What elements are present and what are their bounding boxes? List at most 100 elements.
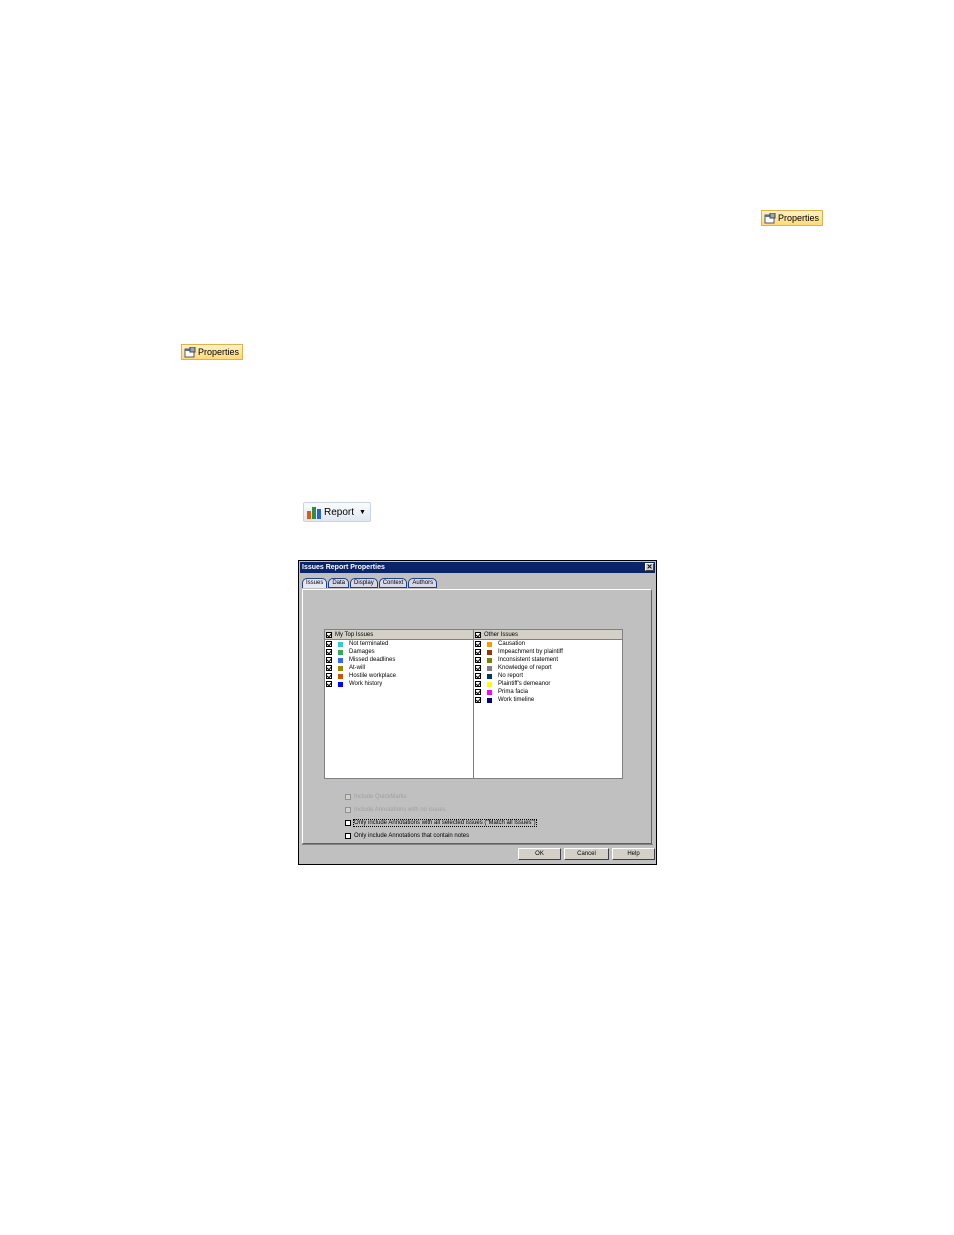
issue-checkbox[interactable]	[475, 681, 481, 687]
annotations-with-notes-checkbox[interactable]	[345, 832, 351, 839]
include-quickmarks-option[interactable]: Include QuickMarks	[345, 790, 536, 803]
properties-icon	[184, 346, 196, 357]
issue-color-swatch	[338, 657, 343, 663]
list-item[interactable]: Work timeline	[474, 696, 622, 704]
dialog-title: Issues Report Properties	[302, 564, 385, 571]
issue-label: Damages	[349, 649, 375, 655]
tab-context[interactable]: Context	[378, 578, 408, 588]
issue-color-swatch	[487, 657, 492, 663]
issue-label: Inconsistent statement	[498, 657, 559, 663]
include-quickmarks-label: Include QuickMarks	[354, 793, 407, 800]
issue-checkbox[interactable]	[326, 657, 332, 663]
issue-label: Plaintiff's demeanor	[498, 681, 551, 687]
list-item[interactable]: Impeachment by plaintiff	[474, 648, 622, 656]
list-item[interactable]: Missed deadlines	[325, 656, 473, 664]
issue-color-swatch	[487, 673, 492, 679]
issue-label: At-will	[349, 665, 365, 671]
issue-label: Work timeline	[498, 697, 535, 703]
include-no-issue-annotations-checkbox[interactable]	[345, 806, 351, 813]
tab-strip: Issues Data Display Context Authors	[302, 578, 438, 589]
issue-color-swatch	[338, 649, 343, 655]
issues-tab-panel: My Top Issues Not terminated Damages Misse…	[302, 589, 652, 844]
report-label: Report	[324, 506, 355, 518]
issue-color-swatch	[338, 673, 343, 679]
issue-checkbox[interactable]	[475, 673, 481, 679]
annotations-with-notes-label: Only include Annotations that contain no…	[354, 832, 470, 839]
list-item[interactable]: Hostile workplace	[325, 672, 473, 680]
list-item[interactable]: Not terminated	[325, 640, 473, 648]
list-item[interactable]: Inconsistent statement	[474, 656, 622, 664]
issue-label: Hostile workplace	[349, 673, 397, 679]
select-all-other-issues-checkbox[interactable]	[475, 631, 481, 638]
issue-checkbox[interactable]	[326, 681, 332, 687]
select-all-top-issues-checkbox[interactable]	[326, 631, 332, 638]
issue-color-swatch	[487, 665, 492, 671]
issue-label: Missed deadlines	[349, 657, 396, 663]
help-button[interactable]: Help	[612, 848, 655, 860]
annotations-with-notes-option[interactable]: Only include Annotations that contain no…	[345, 829, 536, 842]
cancel-button[interactable]: Cancel	[564, 848, 609, 860]
issue-label: Causation	[498, 641, 526, 647]
my-top-issues-list: My Top Issues Not terminated Damages Misse…	[324, 629, 474, 779]
include-no-issue-annotations-option[interactable]: Include Annotations with no issues	[345, 803, 536, 816]
list-item[interactable]: Prima facia	[474, 688, 622, 696]
my-top-issues-title: My Top Issues	[335, 631, 374, 638]
other-issues-list: Other Issues Causation Impeachment by pla…	[473, 629, 623, 779]
properties-button-top[interactable]: Properties	[761, 210, 824, 226]
properties-button-middle[interactable]: Properties	[181, 344, 244, 360]
bar-chart-icon	[307, 507, 321, 519]
issue-label: Work history	[349, 681, 383, 687]
tab-authors[interactable]: Authors	[408, 578, 438, 588]
issue-label: Not terminated	[349, 641, 389, 647]
tab-issues[interactable]: Issues	[302, 578, 328, 588]
issue-color-swatch	[338, 641, 343, 647]
other-issues-title: Other Issues	[484, 631, 519, 638]
issue-checkbox[interactable]	[326, 649, 332, 655]
dropdown-arrow-icon: ▼	[359, 508, 366, 516]
include-no-issue-annotations-label: Include Annotations with no issues	[354, 806, 446, 813]
match-all-issues-option[interactable]: Only include Annotations with all select…	[345, 816, 537, 829]
issue-label: Prima facia	[498, 689, 529, 695]
dialog-button-bar: OK Cancel Help	[302, 844, 655, 862]
tab-data[interactable]: Data	[328, 578, 350, 588]
issues-report-properties-dialog: Issues Report Properties ✕ Issues Data D…	[298, 560, 657, 865]
issue-color-swatch	[487, 641, 492, 647]
issue-checkbox[interactable]	[326, 641, 332, 647]
list-item[interactable]: Work history	[325, 680, 473, 688]
issue-checkbox[interactable]	[475, 649, 481, 655]
issue-checkbox[interactable]	[326, 673, 332, 679]
issue-checkbox[interactable]	[475, 697, 481, 703]
properties-label: Properties	[778, 213, 820, 223]
match-all-issues-label: Only include Annotations with all select…	[353, 818, 537, 827]
issue-checkbox[interactable]	[475, 641, 481, 647]
issue-checkbox[interactable]	[326, 665, 332, 671]
issue-checkbox[interactable]	[475, 665, 481, 671]
issue-color-swatch	[338, 665, 343, 671]
issue-color-swatch	[487, 649, 492, 655]
match-all-issues-checkbox[interactable]	[345, 819, 351, 826]
ok-button[interactable]: OK	[518, 848, 561, 860]
dialog-titlebar: Issues Report Properties ✕	[300, 562, 655, 573]
issue-checkbox[interactable]	[475, 657, 481, 663]
issue-label: No report	[498, 673, 524, 679]
issue-label: Impeachment by plaintiff	[498, 649, 563, 655]
tab-display[interactable]: Display	[350, 578, 378, 588]
issue-color-swatch	[487, 681, 492, 687]
my-top-issues-header: My Top Issues	[325, 630, 473, 640]
properties-icon	[764, 212, 776, 223]
issue-color-swatch	[487, 697, 492, 703]
list-item[interactable]: Causation	[474, 640, 622, 648]
include-quickmarks-checkbox[interactable]	[345, 793, 351, 800]
other-issues-header: Other Issues	[474, 630, 622, 640]
list-item[interactable]: No report	[474, 672, 622, 680]
list-item[interactable]: Plaintiff's demeanor	[474, 680, 622, 688]
issue-color-swatch	[487, 689, 492, 695]
report-button[interactable]: Report ▼	[303, 502, 371, 522]
issue-checkbox[interactable]	[475, 689, 481, 695]
list-item[interactable]: Knowledge of report	[474, 664, 622, 672]
issue-color-swatch	[338, 681, 343, 687]
properties-label: Properties	[198, 347, 240, 357]
close-icon[interactable]: ✕	[645, 563, 654, 571]
list-item[interactable]: At-will	[325, 664, 473, 672]
list-item[interactable]: Damages	[325, 648, 473, 656]
